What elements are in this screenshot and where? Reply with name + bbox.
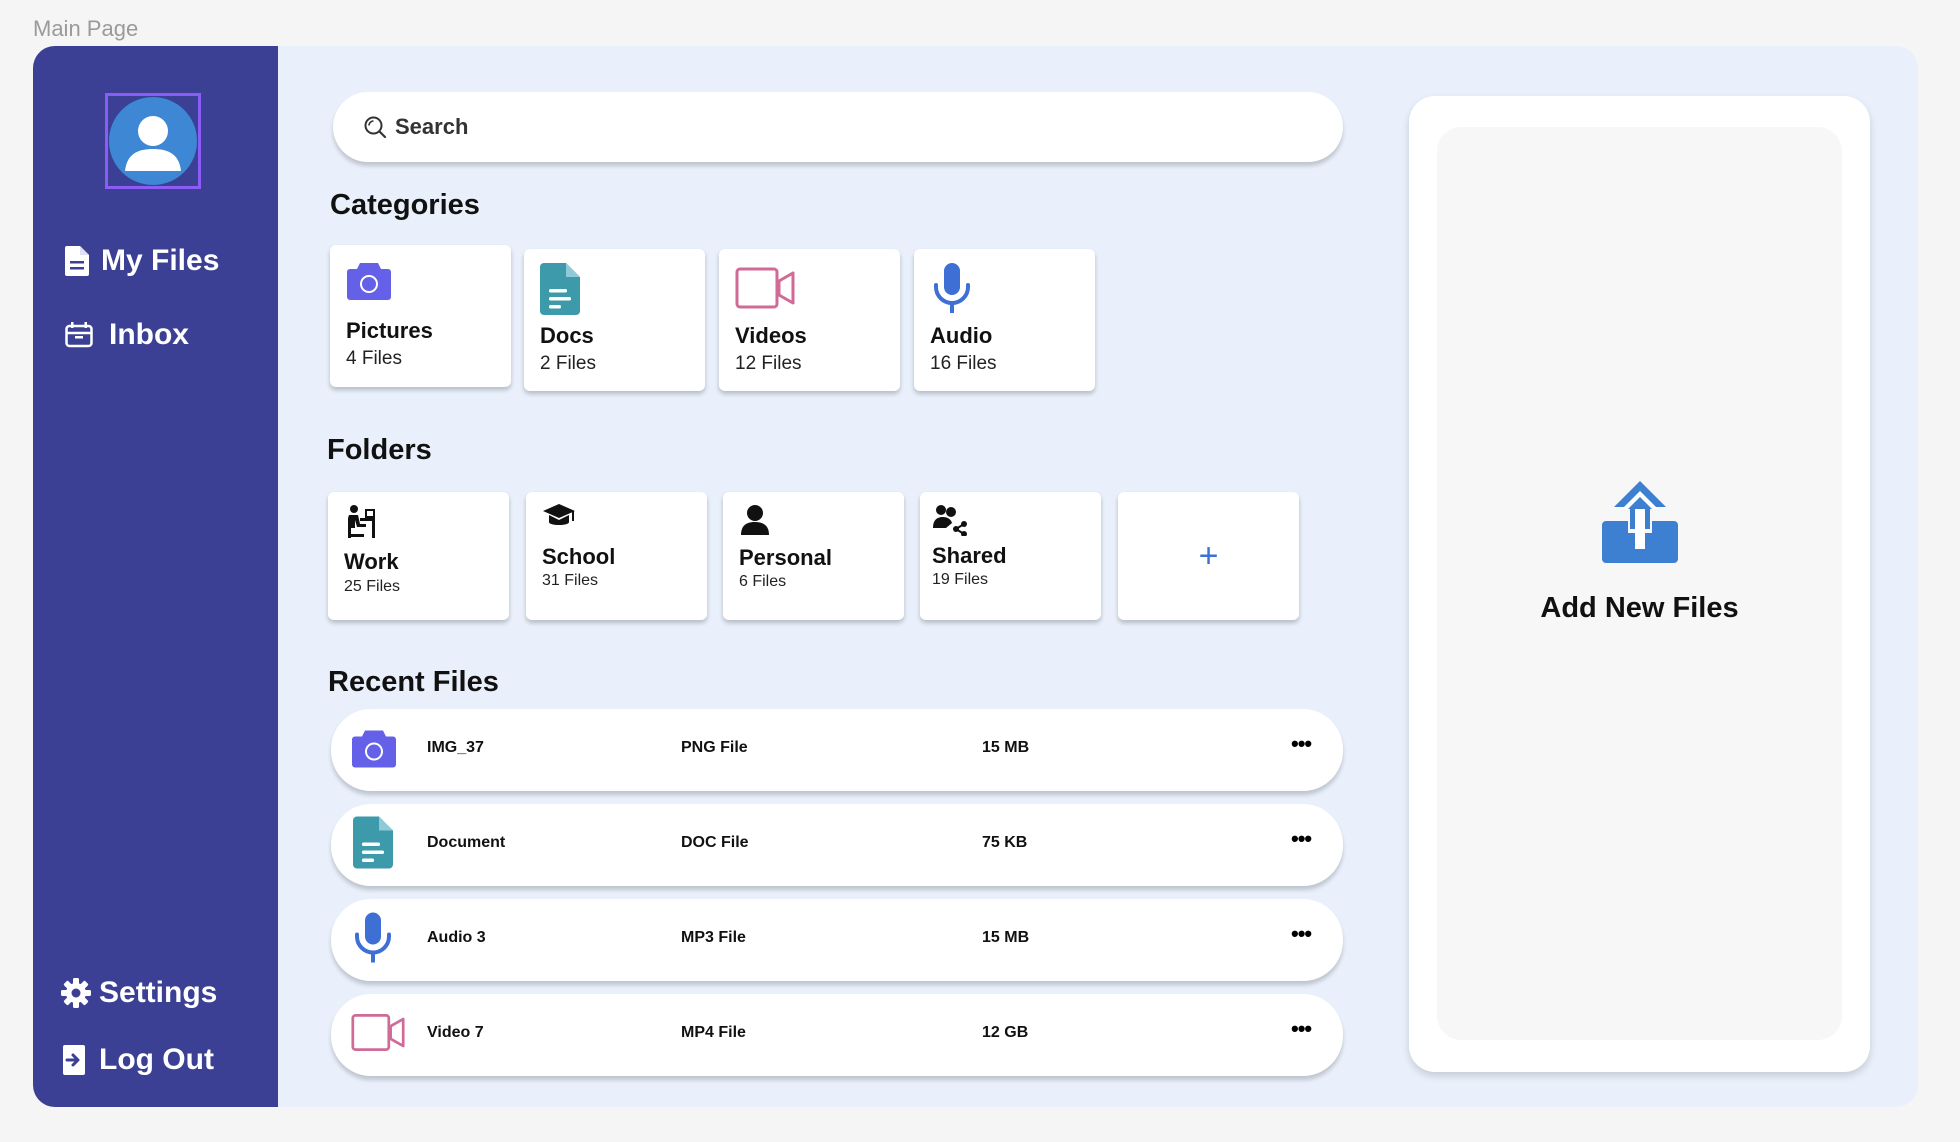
file-size: 15 MB (982, 739, 1030, 756)
sidebar-item-my-files[interactable]: My Files (65, 244, 219, 278)
microphone-icon (930, 261, 974, 320)
microphone-icon (351, 911, 395, 970)
add-new-files-dropzone[interactable]: Add New Files (1437, 127, 1842, 1040)
search-icon (364, 116, 387, 139)
category-name: Audio (930, 323, 993, 348)
person-icon (739, 504, 771, 541)
categories-title: Categories (330, 189, 480, 221)
recent-file-row[interactable]: IMG_37 PNG File 15 MB ••• (331, 709, 1343, 791)
more-options-icon[interactable]: ••• (1291, 921, 1312, 947)
desk-worker-icon (344, 504, 376, 543)
upload-panel: Add New Files (1409, 96, 1870, 1072)
folder-count: 25 Files (344, 578, 401, 595)
document-icon (353, 816, 393, 874)
sidebar-item-inbox[interactable]: Inbox (65, 318, 189, 352)
recent-file-row[interactable]: Video 7 MP4 File 12 GB ••• (331, 994, 1343, 1076)
file-size: 15 MB (982, 929, 1030, 946)
avatar[interactable] (105, 93, 201, 189)
sidebar-item-label: Log Out (99, 1043, 214, 1076)
frame-label: Main Page (33, 16, 139, 41)
category-name: Videos (735, 323, 807, 348)
video-camera-icon (735, 267, 795, 314)
search-input[interactable]: Search (333, 92, 1343, 162)
sidebar-item-settings[interactable]: Settings (61, 976, 217, 1010)
recent-file-row[interactable]: Audio 3 MP3 File 15 MB ••• (331, 899, 1343, 981)
sidebar-item-label: Settings (99, 976, 218, 1009)
user-icon (125, 116, 181, 171)
logout-icon (63, 1045, 87, 1075)
category-count: 4 Files (346, 348, 402, 369)
file-icon (65, 246, 89, 276)
file-size: 75 KB (982, 834, 1028, 851)
file-type: PNG File (681, 739, 748, 756)
camera-icon (351, 727, 397, 774)
file-size: 12 GB (982, 1024, 1029, 1041)
sidebar-item-log-out[interactable]: Log Out (63, 1043, 214, 1077)
add-folder-button[interactable]: + (1118, 492, 1299, 620)
folder-name: Personal (739, 545, 832, 570)
category-count: 2 Files (540, 353, 596, 374)
graduation-cap-icon (542, 502, 576, 535)
file-type: MP4 File (681, 1024, 746, 1041)
category-card-audio[interactable]: Audio 16 Files (914, 249, 1095, 391)
inbox-icon (65, 322, 93, 348)
folder-count: 19 Files (932, 571, 989, 588)
video-camera-icon (351, 1014, 405, 1057)
file-name: IMG_37 (427, 739, 484, 756)
plus-icon: + (1198, 536, 1219, 575)
camera-icon (346, 259, 392, 306)
document-icon (540, 263, 580, 320)
sidebar: My Files Inbox Settings Log Out (33, 46, 278, 1107)
upload-icon (1600, 479, 1680, 570)
category-count: 12 Files (735, 353, 802, 374)
folders-title: Folders (327, 434, 432, 466)
recent-file-row[interactable]: Document DOC File 75 KB ••• (331, 804, 1343, 886)
category-name: Pictures (346, 318, 433, 343)
category-name: Docs (540, 323, 594, 348)
file-type: MP3 File (681, 929, 746, 946)
users-share-icon (932, 504, 970, 541)
category-card-videos[interactable]: Videos 12 Files (719, 249, 900, 391)
category-card-pictures[interactable]: Pictures 4 Files (330, 245, 511, 387)
gear-icon (61, 978, 91, 1008)
folder-card-shared[interactable]: Shared 19 Files (920, 492, 1101, 620)
folder-name: Shared (932, 543, 1007, 568)
folder-name: Work (344, 549, 399, 574)
more-options-icon[interactable]: ••• (1291, 826, 1312, 852)
category-card-docs[interactable]: Docs 2 Files (524, 249, 705, 391)
folder-count: 6 Files (739, 573, 787, 590)
main-page: My Files Inbox Settings Log Out Search C… (33, 46, 1918, 1107)
folder-card-work[interactable]: Work 25 Files (328, 492, 509, 620)
category-count: 16 Files (930, 353, 997, 374)
more-options-icon[interactable]: ••• (1291, 1016, 1312, 1042)
file-type: DOC File (681, 834, 749, 851)
sidebar-item-label: Inbox (109, 318, 189, 351)
file-name: Video 7 (427, 1024, 484, 1041)
more-options-icon[interactable]: ••• (1291, 731, 1312, 757)
recent-files-title: Recent Files (328, 666, 499, 698)
add-new-files-label: Add New Files (1540, 592, 1739, 624)
search-placeholder: Search (395, 114, 469, 139)
sidebar-item-label: My Files (101, 244, 220, 277)
file-name: Document (427, 834, 506, 851)
file-name: Audio 3 (427, 929, 486, 946)
folder-count: 31 Files (542, 572, 599, 589)
folder-card-school[interactable]: School 31 Files (526, 492, 707, 620)
folder-name: School (542, 544, 616, 569)
folder-card-personal[interactable]: Personal 6 Files (723, 492, 904, 620)
